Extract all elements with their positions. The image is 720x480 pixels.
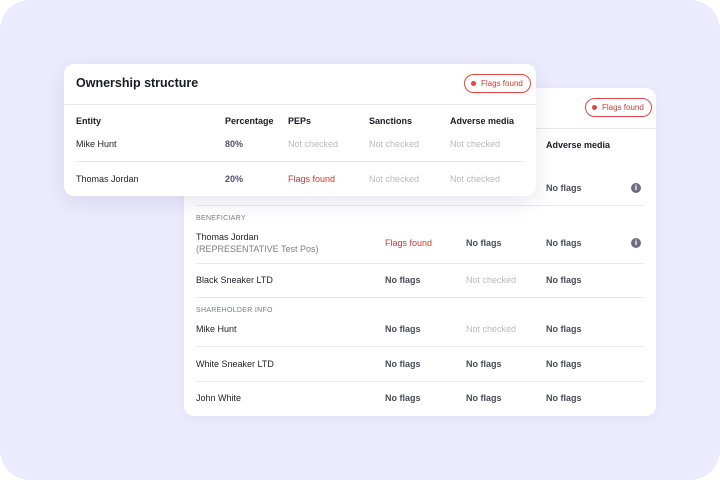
adverse-media-status: No flags [546, 393, 582, 403]
entity-role: (REPRESENTATIVE Test Pos) [196, 244, 319, 254]
entity-name: Mike Hunt [76, 139, 117, 149]
ownership-percentage: 20% [225, 174, 244, 184]
peps-status: No flags [385, 275, 421, 285]
sanctions-status: Not checked [369, 174, 420, 184]
sanctions-status: No flags [466, 393, 502, 403]
entity-name: Mike Hunt [196, 324, 237, 334]
adverse-media-status: No flags [546, 275, 582, 285]
canvas-background: Flags found Adverse media No flags i BEN… [0, 0, 720, 480]
sanctions-status: Not checked [466, 275, 517, 285]
sanctions-status: No flags [466, 238, 502, 248]
divider [196, 205, 644, 206]
entity-name: Thomas Jordan [196, 232, 259, 242]
divider [196, 263, 644, 264]
top-row-adverse-value: No flags [546, 183, 582, 193]
info-icon[interactable]: i [631, 238, 641, 248]
info-icon[interactable]: i [631, 183, 641, 193]
flag-dot-icon [592, 105, 597, 110]
sanctions-status: Not checked [369, 139, 420, 149]
peps-status: No flags [385, 324, 421, 334]
sanctions-status: No flags [466, 359, 502, 369]
entity-name: Thomas Jordan [76, 174, 139, 184]
divider [76, 161, 524, 162]
divider [64, 104, 536, 105]
peps-status: Flags found [385, 238, 433, 248]
flag-dot-icon [471, 81, 476, 86]
flags-found-label: Flags found [602, 103, 644, 112]
divider [196, 297, 644, 298]
section-label-shareholder: SHAREHOLDER INFO [196, 307, 273, 314]
adverse-media-status: No flags [546, 238, 582, 248]
column-header-percentage: Percentage [225, 116, 274, 126]
ownership-structure-card: Ownership structure Flags found Entity P… [64, 64, 536, 196]
peps-status: No flags [385, 359, 421, 369]
entity-name: John White [196, 393, 242, 403]
adverse-media-status: Not checked [450, 139, 501, 149]
adverse-media-status: No flags [546, 359, 582, 369]
section-label-beneficiary: BENEFICIARY [196, 215, 246, 222]
adverse-media-status: No flags [546, 324, 582, 334]
peps-status: Flags found [288, 174, 336, 184]
sanctions-status: Not checked [466, 324, 517, 334]
peps-status: No flags [385, 393, 421, 403]
column-header-entity: Entity [76, 116, 102, 126]
divider [196, 381, 644, 382]
divider [196, 346, 644, 347]
ownership-percentage: 80% [225, 139, 244, 149]
peps-status: Not checked [288, 139, 339, 149]
column-header-peps: PEPs [288, 116, 312, 126]
column-header-adverse-media: Adverse media [450, 116, 515, 126]
column-header-sanctions: Sanctions [369, 116, 413, 126]
entity-name: White Sneaker LTD [196, 359, 274, 369]
flags-found-label: Flags found [481, 79, 523, 88]
flags-found-badge: Flags found [464, 74, 531, 93]
flags-found-badge: Flags found [585, 98, 652, 117]
column-header-adverse-media: Adverse media [546, 140, 611, 150]
entity-name: Black Sneaker LTD [196, 275, 273, 285]
adverse-media-status: Not checked [450, 174, 501, 184]
card-title: Ownership structure [76, 76, 199, 90]
